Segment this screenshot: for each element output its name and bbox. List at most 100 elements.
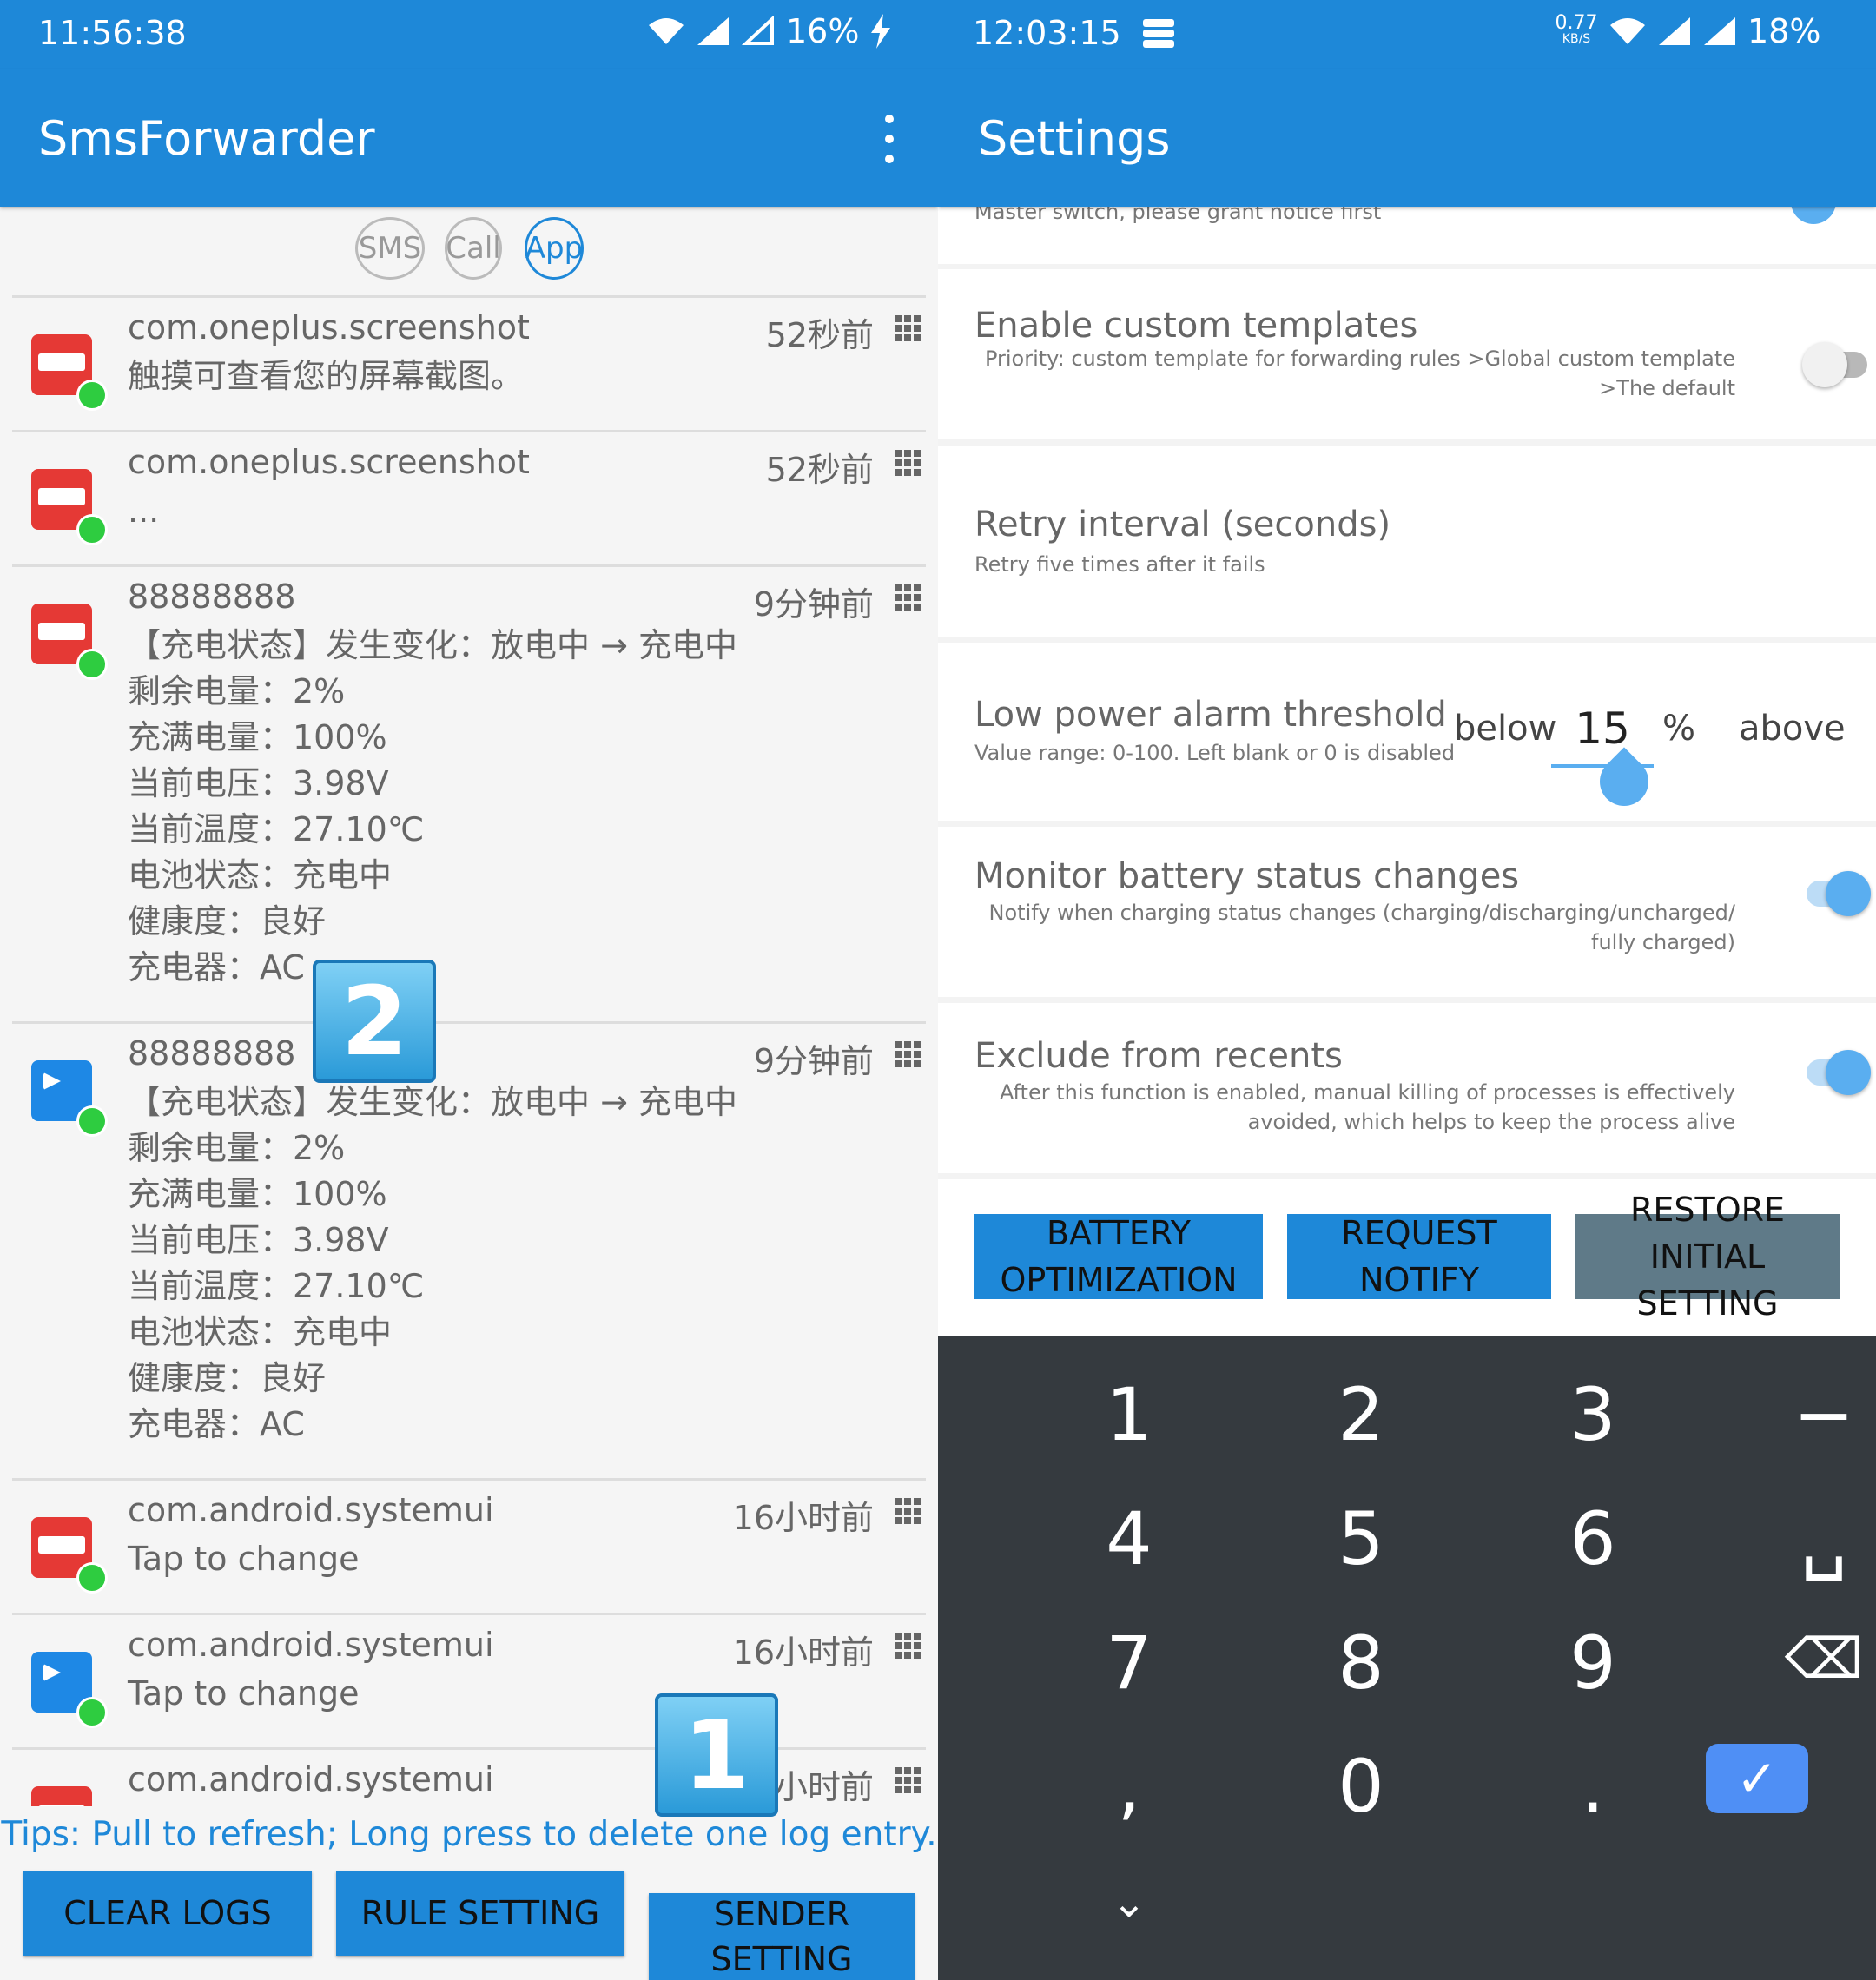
grid-icon [895,1498,921,1524]
done-check-icon[interactable]: ✓ [1706,1744,1808,1813]
setting-exclude-recents: Exclude from recents After this function… [938,1003,1876,1173]
request-notify-button[interactable]: REQUEST NOTIFY [1287,1214,1551,1299]
exclude-recents-toggle[interactable] [1826,1050,1871,1095]
grid-icon [895,584,921,610]
log-entry[interactable]: 88888888 9分钟前 【充电状态】发生变化：放电中 → 充电中 剩余电量：… [12,564,926,1021]
wifi-icon [649,18,684,44]
key-9[interactable]: 9 [1523,1620,1662,1706]
setting-retry-interval: Retry interval (seconds) Retry five time… [938,446,1876,637]
log-title: com.android.systemui [128,1760,494,1798]
key-2[interactable]: 2 [1291,1372,1430,1457]
setting-subtitle-line: fully charged) [1591,930,1735,954]
key-6[interactable]: 6 [1523,1496,1662,1581]
log-entry[interactable]: com.oneplus.screenshot 52秒前 ... [12,430,926,564]
setting-subtitle-line: avoided, which helps to keep the process… [1247,1110,1735,1134]
app-icon [31,604,108,680]
setting-low-power: Low power alarm threshold Value range: 0… [938,643,1876,821]
above-label: above [1739,709,1846,749]
key-0[interactable]: 0 [1291,1744,1430,1829]
status-bar: 11:56:38 16% [0,0,938,69]
wifi-icon [1610,18,1645,44]
check-icon [76,649,108,680]
grid-icon [895,1767,921,1793]
setting-subtitle-line: After this function is enabled, manual k… [999,1080,1735,1105]
storage-icon [1143,19,1174,48]
log-entry[interactable]: com.android.systemui 16小时前 Tap to change [12,1478,926,1613]
log-list[interactable]: com.oneplus.screenshot 52秒前 触摸可查看您的屏幕截图。… [0,295,938,1806]
setting-monitor-battery: Monitor battery status changes Notify wh… [938,827,1876,997]
rule-setting-button[interactable]: RULE SETTING [336,1871,624,1956]
app-title: SmsForwarder [38,111,375,166]
log-time: 16小时前 [732,1634,874,1672]
signal-icon [697,17,729,45]
charging-bolt-icon [871,14,891,49]
low-power-input[interactable]: 15 [1551,703,1654,768]
app-icon [31,1517,108,1594]
key-minus[interactable]: − [1754,1372,1876,1457]
log-entry[interactable]: com.oneplus.screenshot 52秒前 触摸可查看您的屏幕截图。 [12,295,926,430]
setting-title: Enable custom templates [974,306,1418,346]
backspace-icon[interactable]: ⌫ [1754,1627,1876,1692]
check-icon [76,1106,108,1137]
key-7[interactable]: 7 [1060,1620,1199,1706]
restore-initial-setting-button[interactable]: RESTORE INITIAL SETTING [1575,1191,1840,1323]
sender-setting-button[interactable]: SENDER SETTING [649,1893,915,1980]
grid-icon [895,1041,921,1067]
app-icon [31,469,108,545]
log-title: 88888888 [128,578,296,616]
log-title: 88888888 [128,1034,296,1072]
tips-text: Tips: Pull to refresh; Long press to del… [1,1815,937,1854]
setting-subtitle: Notify when charging status changes (cha… [973,898,1735,957]
status-bar: 12:03:15 0.77 KB/S 18% [938,0,1876,69]
log-title: com.android.systemui [128,1491,494,1529]
log-content: 【充电状态】发生变化：放电中 → 充电中 剩余电量：2% 充满电量：100% 当… [128,1083,737,1443]
custom-templates-toggle[interactable] [1802,342,1847,387]
overflow-menu-icon[interactable] [881,115,898,163]
tab-call[interactable]: Call [445,217,502,280]
app-icon [31,1060,108,1137]
key-period[interactable]: . [1523,1744,1662,1829]
battery-optimization-button[interactable]: BATTERY OPTIMIZATION [974,1214,1263,1299]
app-bar: Settings [938,69,1876,207]
signal-icon-2 [1704,17,1735,45]
log-content: Tap to change [128,1540,360,1578]
log-title: com.android.systemui [128,1626,494,1664]
log-content: Tap to change [128,1674,360,1713]
net-speed-value: 0.77 [1555,12,1598,34]
grid-icon [895,315,921,341]
log-time: 52秒前 [765,451,874,489]
battery-percent: 16% [786,12,860,50]
key-8[interactable]: 8 [1291,1620,1430,1706]
key-4[interactable]: 4 [1060,1496,1199,1581]
check-icon [76,1562,108,1594]
step-badge-1: 1 [655,1693,778,1817]
step-badge-2: 2 [313,960,436,1083]
log-entry[interactable]: 88888888 9分钟前 【充电状态】发生变化：放电中 → 充电中 剩余电量：… [12,1021,926,1478]
status-time: 11:56:38 [38,14,187,52]
check-icon [76,1697,108,1728]
numeric-keypad: 1 2 3 − 4 5 6 ␣ 7 8 9 ⌫ , 0 . ✓ ⌄ [938,1336,1876,1980]
clear-logs-button[interactable]: CLEAR LOGS [23,1871,312,1956]
key-3[interactable]: 3 [1523,1372,1662,1457]
setting-subtitle: Priority: custom template for forwarding… [973,344,1735,403]
tab-sms[interactable]: SMS [355,217,425,280]
key-5[interactable]: 5 [1291,1496,1430,1581]
setting-title: Low power alarm threshold [974,695,1447,735]
space-key-icon[interactable]: ␣ [1754,1496,1876,1581]
app-bar: SmsForwarder [0,69,938,207]
hide-keyboard-icon[interactable]: ⌄ [1077,1878,1181,1927]
setting-custom-templates: Enable custom templates Priority: custom… [938,269,1876,439]
settings-screen: 12:03:15 0.77 KB/S 18% Settings Master s… [938,0,1876,1980]
tab-app[interactable]: App [525,217,584,280]
sms-forwarder-screen: 11:56:38 16% SmsForwarder SMS Call App c… [0,0,938,1980]
key-1[interactable]: 1 [1060,1372,1199,1457]
setting-subtitle-line: >The default [1599,376,1735,400]
log-entry[interactable]: com.android.systemui 16小时前 Tap to change [12,1613,926,1747]
check-icon [76,514,108,545]
check-icon [76,380,108,411]
monitor-battery-toggle[interactable] [1826,871,1871,916]
log-entry[interactable]: com.android.systemui 小时前 [12,1747,926,1806]
log-time: 52秒前 [765,316,874,354]
setting-subtitle: After this function is enabled, manual k… [973,1078,1735,1137]
key-comma[interactable]: , [1060,1744,1199,1829]
